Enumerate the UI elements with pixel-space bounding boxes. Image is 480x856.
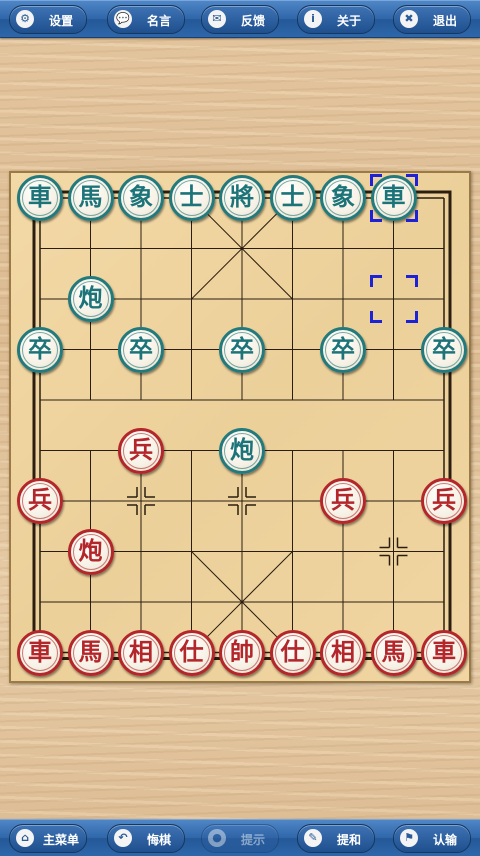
undo-icon: ↶ [114,829,132,847]
gear-icon: ⚙ [16,10,34,28]
top-button-4[interactable]: i 关于 [297,5,375,34]
chess-board[interactable]: 車馬象士將士象車炮卒卒卒卒卒炮兵兵兵兵炮車馬相仕帥仕相馬車 [9,171,471,683]
black-piece[interactable]: 卒 [320,326,366,373]
red-piece[interactable]: 仕 [269,629,316,676]
black-piece[interactable]: 士 [168,175,215,221]
black-piece[interactable]: 卒 [421,326,467,373]
button-label: 关于 [336,14,361,28]
bottom-button-2[interactable]: ↶ 悔棋 [107,824,185,853]
red-piece[interactable]: 馬 [67,629,114,676]
button-label: 提示 [240,833,265,847]
button-label: 悔棋 [146,833,171,847]
button-label: 主菜单 [42,833,79,847]
black-piece[interactable]: 馬 [67,175,114,221]
red-piece[interactable]: 車 [17,629,63,676]
red-piece[interactable]: 相 [118,629,164,676]
top-toolbar: ⚙ 设置 💬 名言 ✉ 反馈 i 关于 ✖ 退出 [0,0,480,38]
red-piece[interactable]: 車 [421,629,467,676]
info-icon: i [304,10,322,28]
bottom-button-1[interactable]: ⌂ 主菜单 [9,824,87,853]
black-piece[interactable]: 炮 [67,276,114,322]
red-piece[interactable]: 兵 [17,478,63,524]
top-button-2[interactable]: 💬 名言 [107,5,185,34]
flag-icon: ⚑ [400,829,418,847]
red-piece[interactable]: 兵 [320,478,366,524]
red-piece[interactable]: 炮 [67,528,114,575]
black-piece[interactable]: 象 [118,175,164,221]
bottom-button-3[interactable]: ● 提示 [201,824,279,853]
black-piece[interactable]: 象 [320,175,366,221]
black-piece[interactable]: 卒 [118,326,164,373]
black-piece[interactable]: 車 [17,175,63,221]
black-piece[interactable]: 卒 [17,326,63,373]
top-button-3[interactable]: ✉ 反馈 [201,5,279,34]
bottom-toolbar: ⌂ 主菜单 ↶ 悔棋 ● 提示 ✎ 提和 ⚑ 认输 [0,819,480,856]
button-label: 反馈 [240,14,265,28]
top-button-5[interactable]: ✖ 退出 [393,5,471,34]
close-icon: ✖ [400,10,418,28]
black-piece[interactable]: 卒 [219,326,265,373]
black-piece[interactable]: 士 [269,175,316,221]
red-piece[interactable]: 帥 [219,629,265,676]
board-grid [32,190,452,660]
home-icon: ⌂ [16,829,34,847]
speech-bubble-icon: 💬 [114,10,132,28]
bottom-button-4[interactable]: ✎ 提和 [297,824,375,853]
lightbulb-icon: ● [208,829,226,847]
envelope-icon: ✉ [208,10,226,28]
black-piece[interactable]: 車 [370,175,417,221]
top-button-1[interactable]: ⚙ 设置 [9,5,87,34]
button-label: 提和 [336,833,361,847]
red-piece[interactable]: 兵 [421,478,467,524]
pencil-icon: ✎ [304,829,322,847]
button-label: 退出 [432,14,457,28]
red-piece[interactable]: 相 [320,629,366,676]
black-piece[interactable]: 炮 [219,427,265,474]
button-label: 认输 [432,833,457,847]
red-piece[interactable]: 馬 [370,629,417,676]
button-label: 名言 [146,14,171,28]
bottom-button-5[interactable]: ⚑ 认输 [393,824,471,853]
black-piece[interactable]: 將 [219,175,265,221]
button-label: 设置 [48,14,73,28]
red-piece[interactable]: 仕 [168,629,215,676]
red-piece[interactable]: 兵 [118,427,164,474]
